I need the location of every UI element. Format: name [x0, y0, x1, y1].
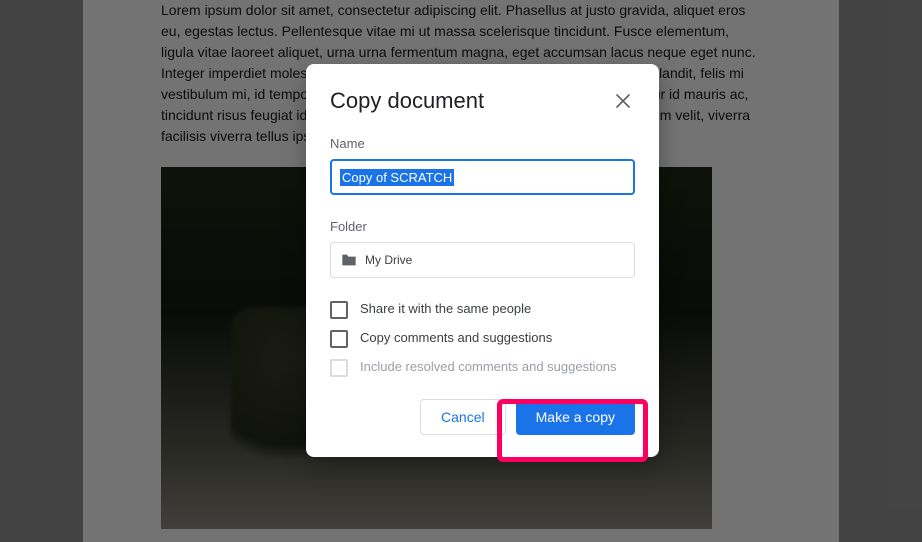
checkbox-icon — [330, 301, 348, 319]
folder-icon — [341, 253, 357, 267]
name-label: Name — [330, 136, 635, 151]
checkbox-group: Share it with the same people Copy comme… — [330, 300, 635, 377]
folder-value: My Drive — [365, 253, 412, 267]
checkbox-icon — [330, 359, 348, 377]
name-input-value: Copy of SCRATCH — [340, 169, 454, 186]
share-same-people-checkbox[interactable]: Share it with the same people — [330, 300, 635, 319]
dialog-button-row: Cancel Make a copy — [330, 399, 635, 435]
checkbox-label: Copy comments and suggestions — [360, 329, 552, 347]
checkbox-icon — [330, 330, 348, 348]
checkbox-label: Include resolved comments and suggestion… — [360, 358, 617, 376]
copy-comments-checkbox[interactable]: Copy comments and suggestions — [330, 329, 635, 348]
close-button[interactable] — [611, 89, 635, 113]
make-a-copy-button[interactable]: Make a copy — [516, 399, 635, 435]
dialog-header: Copy document — [330, 88, 635, 114]
name-input[interactable]: Copy of SCRATCH — [330, 159, 635, 195]
folder-picker[interactable]: My Drive — [330, 242, 635, 278]
checkbox-label: Share it with the same people — [360, 300, 531, 318]
cancel-button[interactable]: Cancel — [420, 399, 506, 435]
copy-document-dialog: Copy document Name Copy of SCRATCH Folde… — [306, 64, 659, 457]
folder-label: Folder — [330, 219, 635, 234]
dialog-title: Copy document — [330, 88, 484, 114]
include-resolved-checkbox: Include resolved comments and suggestion… — [330, 358, 635, 377]
close-icon — [616, 94, 630, 108]
